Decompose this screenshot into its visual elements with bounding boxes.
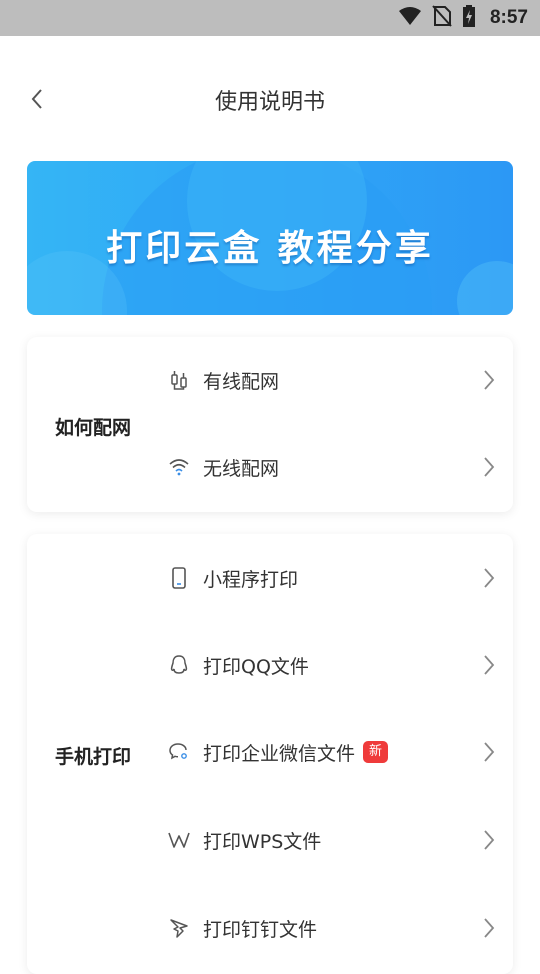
item-label: 打印QQ文件: [203, 655, 309, 678]
qq-icon: [167, 653, 191, 677]
item-label: 打印WPS文件: [203, 830, 322, 853]
item-label: 打印钉钉文件: [203, 918, 318, 941]
battery-icon: [462, 5, 476, 31]
status-time: 8:57: [489, 7, 528, 28]
wifi-icon: [167, 455, 191, 479]
no-sim-icon: [432, 5, 452, 31]
wps-icon: [167, 828, 191, 852]
chevron-right-icon: [484, 830, 495, 850]
banner-text: 打印云盒 教程分享: [106, 228, 434, 269]
item-label: 无线配网: [203, 457, 280, 480]
chevron-right-icon: [484, 457, 495, 477]
wecom-icon: [167, 740, 191, 764]
mobile-print-card: 手机打印 小程序打印 打印QQ文件 打印企业微信文件 新 打印WPS文件 打印钉…: [27, 534, 513, 974]
dingtalk-icon: [167, 916, 191, 940]
list-item-wired-network[interactable]: 有线配网: [167, 360, 497, 400]
chevron-right-icon: [484, 655, 495, 675]
status-bar: 8:57: [0, 0, 540, 36]
new-badge: 新: [363, 741, 389, 763]
list-item-print-qq[interactable]: 打印QQ文件: [167, 645, 497, 685]
page-title: 使用说明书: [214, 90, 325, 115]
list-item-print-wps[interactable]: 打印WPS文件: [167, 820, 497, 860]
section-label: 如何配网: [55, 417, 132, 439]
list-item-mini-program-print[interactable]: 小程序打印: [167, 558, 497, 598]
list-item-print-dingtalk[interactable]: 打印钉钉文件: [167, 908, 497, 948]
section-label: 手机打印: [55, 746, 132, 768]
item-label: 打印企业微信文件: [203, 742, 356, 765]
status-icons: 8:57: [398, 5, 528, 31]
chevron-right-icon: [484, 918, 495, 938]
tutorial-banner[interactable]: 打印云盒 教程分享: [27, 161, 513, 315]
cable-icon: [167, 368, 191, 392]
network-setup-card: 如何配网 有线配网 无线配网: [27, 337, 513, 512]
list-item-print-wecom[interactable]: 打印企业微信文件 新: [167, 732, 497, 772]
chevron-right-icon: [484, 568, 495, 588]
item-label: 小程序打印: [203, 568, 299, 591]
wifi-signal-icon: [398, 6, 422, 30]
item-label: 有线配网: [203, 370, 280, 393]
title-bar: 使用说明书: [0, 36, 540, 160]
list-item-wireless-network[interactable]: 无线配网: [167, 447, 497, 487]
phone-icon: [167, 566, 191, 590]
chevron-right-icon: [484, 742, 495, 762]
chevron-right-icon: [484, 370, 495, 390]
